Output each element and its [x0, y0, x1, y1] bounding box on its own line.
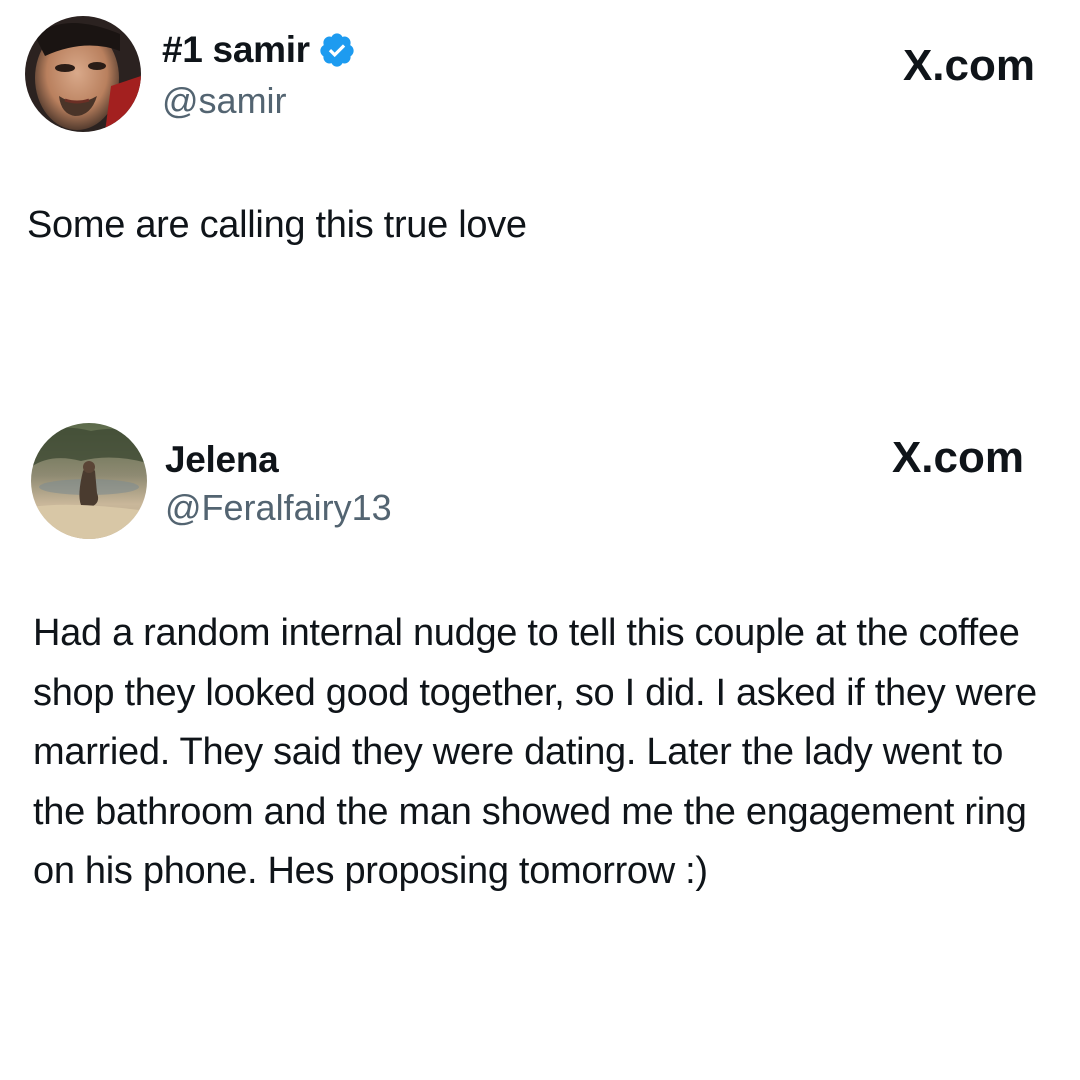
tweet-text: Had a random internal nudge to tell this… [33, 612, 1037, 892]
x-logo-text: X.com [902, 41, 1035, 90]
display-name[interactable]: Jelena [165, 438, 279, 482]
x-logo-text: X.com [891, 433, 1024, 482]
profile-photo-outdoor-icon [31, 423, 147, 539]
brand-label: X.com [903, 40, 1035, 92]
author-name-row: Jelena [165, 438, 279, 482]
avatar-samir[interactable] [25, 16, 141, 132]
author-name-row: #1 samir [162, 28, 356, 72]
avatar-jelena[interactable] [31, 423, 147, 539]
display-name[interactable]: #1 samir [162, 28, 310, 72]
brand-label: X.com [892, 432, 1024, 484]
verified-badge-icon [318, 31, 356, 69]
tweet-text: Some are calling this true love [27, 204, 527, 246]
handle[interactable]: @samir [162, 79, 287, 123]
handle[interactable]: @Feralfairy13 [165, 486, 392, 530]
profile-photo-man-icon [25, 16, 141, 132]
